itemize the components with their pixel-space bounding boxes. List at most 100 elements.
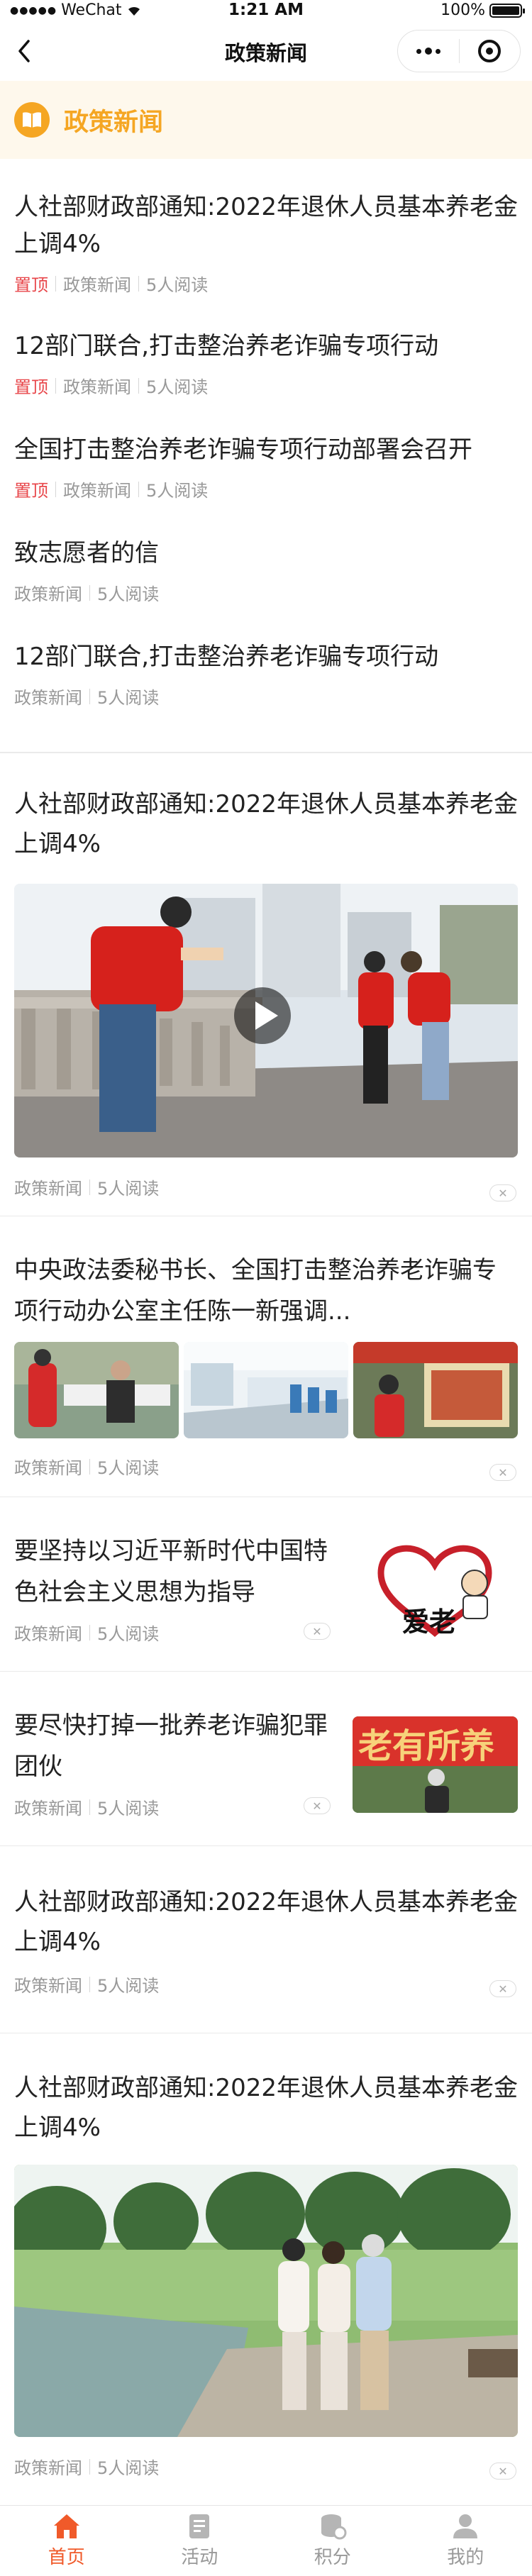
video-article[interactable]: 人社部财政部通知:2022年退休人员基本养老金上调4% xyxy=(14,784,519,864)
tab-label: 积分 xyxy=(314,2547,351,2568)
item-category: 政策新闻 xyxy=(63,481,131,501)
dismiss-button[interactable]: ✕ xyxy=(304,1623,331,1640)
list-item[interactable]: 致志愿者的信 政策新闻 5人阅读 xyxy=(14,535,519,605)
item-title: 12部门联合,打击整治养老诈骗专项行动 xyxy=(14,643,439,671)
meta-divider xyxy=(138,275,139,292)
mini-program-capsule xyxy=(397,30,521,72)
office-image xyxy=(184,1342,348,1438)
dismiss-button[interactable]: ✕ xyxy=(489,2463,516,2480)
article-title: 要尽快打掉一批养老诈骗犯罪团伙 xyxy=(14,1711,328,1781)
three-image-article[interactable]: 中央政法委秘书长、全国打击整治养老诈骗专项行动办公室主任陈一新强调... xyxy=(14,1250,519,1332)
item-reads: 5人阅读 xyxy=(146,481,209,501)
tab-profile[interactable]: 我的 xyxy=(399,2506,532,2576)
more-button[interactable] xyxy=(398,30,459,72)
article-image[interactable] xyxy=(14,2165,518,2437)
dismiss-button[interactable]: ✕ xyxy=(489,1980,516,1997)
meta-divider xyxy=(89,1799,90,1815)
dismiss-button[interactable]: ✕ xyxy=(489,1464,516,1481)
pinned-badge: 置顶 xyxy=(14,481,48,501)
article-image-1[interactable] xyxy=(14,1342,179,1438)
dismiss-button[interactable]: ✕ xyxy=(489,1184,516,1201)
item-category: 政策新闻 xyxy=(14,2458,82,2478)
book-icon xyxy=(14,102,50,138)
tab-points[interactable]: 积分 xyxy=(266,2506,399,2576)
item-title: 人社部财政部通知:2022年退休人员基本养老金上调4% xyxy=(14,193,518,258)
article-image-3[interactable] xyxy=(353,1342,518,1438)
item-title: 致志愿者的信 xyxy=(14,539,159,567)
item-category: 政策新闻 xyxy=(63,275,131,295)
article-title: 人社部财政部通知:2022年退休人员基本养老金上调4% xyxy=(14,790,518,858)
status-bar: ●●●●● WeChat 1:21 AM 100% xyxy=(0,0,532,21)
item-reads: 5人阅读 xyxy=(97,1624,160,1644)
article-title: 人社部财政部通知:2022年退休人员基本养老金上调4% xyxy=(14,2074,518,2142)
item-reads: 5人阅读 xyxy=(97,584,160,604)
item-category: 政策新闻 xyxy=(14,1179,82,1199)
meta-divider xyxy=(55,481,56,497)
tab-home[interactable]: 首页 xyxy=(0,2506,133,2576)
item-reads: 5人阅读 xyxy=(97,2458,160,2478)
article-meta-row: 政策新闻 5人阅读 xyxy=(14,1175,519,1199)
tab-label: 我的 xyxy=(447,2547,484,2568)
video-thumbnail[interactable] xyxy=(14,884,518,1157)
tab-label: 首页 xyxy=(48,2547,85,2568)
item-reads: 5人阅读 xyxy=(97,1799,160,1819)
thumb-article[interactable]: 要尽快打掉一批养老诈骗犯罪团伙 xyxy=(14,1705,333,1787)
item-category: 政策新闻 xyxy=(14,1458,82,1478)
battery-percent: 100% xyxy=(440,1,485,19)
section-divider xyxy=(0,1671,532,1672)
bottom-tab-bar: 首页 活动 积分 我的 xyxy=(0,2505,532,2576)
item-reads: 5人阅读 xyxy=(146,275,209,295)
volunteers-image xyxy=(14,884,518,1157)
meta-divider xyxy=(89,1458,90,1475)
item-meta: 政策新闻 5人阅读 xyxy=(14,1972,519,1997)
meta-divider xyxy=(89,1624,90,1640)
meta-divider xyxy=(55,377,56,394)
item-category: 政策新闻 xyxy=(63,377,131,397)
meta-divider xyxy=(89,688,90,704)
item-category: 政策新闻 xyxy=(14,584,82,604)
article-thumbnail[interactable]: 爱老 xyxy=(353,1533,518,1641)
article-image-2[interactable] xyxy=(184,1342,348,1438)
item-meta: 置顶 政策新闻 5人阅读 xyxy=(14,271,519,296)
meta-divider xyxy=(89,1179,90,1195)
points-icon xyxy=(321,2514,347,2540)
home-icon xyxy=(53,2514,79,2538)
meta-divider xyxy=(138,377,139,394)
text-article[interactable]: 人社部财政部通知:2022年退休人员基本养老金上调4% xyxy=(14,1882,519,1962)
dismiss-button[interactable]: ✕ xyxy=(304,1797,331,1814)
article-meta-row: 政策新闻 5人阅读 xyxy=(14,2454,519,2479)
status-right: 100% xyxy=(440,1,525,19)
article-title: 要坚持以习近平新时代中国特色社会主义思想为指导 xyxy=(14,1537,328,1606)
section-divider xyxy=(0,752,532,753)
image-caption: 爱老 xyxy=(402,1608,456,1638)
image-caption: 老有所养 xyxy=(358,1728,494,1765)
item-reads: 5人阅读 xyxy=(97,1976,160,1996)
meta-divider xyxy=(55,275,56,292)
list-item[interactable]: 全国打击整治养老诈骗专项行动部署会召开 置顶 政策新闻 5人阅读 xyxy=(14,431,519,501)
close-mini-program-button[interactable] xyxy=(460,30,521,72)
tab-label: 活动 xyxy=(181,2547,218,2568)
section-title: 政策新闻 xyxy=(64,108,164,137)
thumb-article[interactable]: 要坚持以习近平新时代中国特色社会主义思想为指导 xyxy=(14,1531,333,1613)
article-thumbnail[interactable]: 老有所养 xyxy=(353,1716,518,1813)
article-title: 中央政法委秘书长、全国打击整治养老诈骗专项行动办公室主任陈一新强调... xyxy=(14,1256,497,1326)
list-item[interactable]: 12部门联合,打击整治养老诈骗专项行动 置顶 政策新闻 5人阅读 xyxy=(14,328,519,398)
meta-divider xyxy=(138,481,139,497)
item-title: 12部门联合,打击整治养老诈骗专项行动 xyxy=(14,332,439,360)
list-item[interactable]: 12部门联合,打击整治养老诈骗专项行动 政策新闻 5人阅读 xyxy=(14,638,519,709)
section-header: 政策新闻 xyxy=(0,81,532,159)
nav-bar: 政策新闻 xyxy=(0,21,532,81)
photo-image xyxy=(14,1342,179,1438)
item-category: 政策新闻 xyxy=(14,1799,82,1819)
more-dots-icon xyxy=(416,48,440,55)
item-reads: 5人阅读 xyxy=(97,1458,160,1478)
tab-activity[interactable]: 活动 xyxy=(133,2506,267,2576)
image-article[interactable]: 人社部财政部通知:2022年退休人员基本养老金上调4% xyxy=(14,2068,519,2148)
target-icon xyxy=(478,40,501,62)
meta-divider xyxy=(89,1976,90,1992)
item-reads: 5人阅读 xyxy=(97,688,160,708)
elderly-care-poster-image: 老有所养 xyxy=(353,1716,518,1813)
list-item[interactable]: 人社部财政部通知:2022年退休人员基本养老金上调4% 置顶 政策新闻 5人阅读 xyxy=(14,189,519,296)
item-meta: 政策新闻 5人阅读 xyxy=(14,1454,519,1479)
meta-divider xyxy=(89,2458,90,2475)
